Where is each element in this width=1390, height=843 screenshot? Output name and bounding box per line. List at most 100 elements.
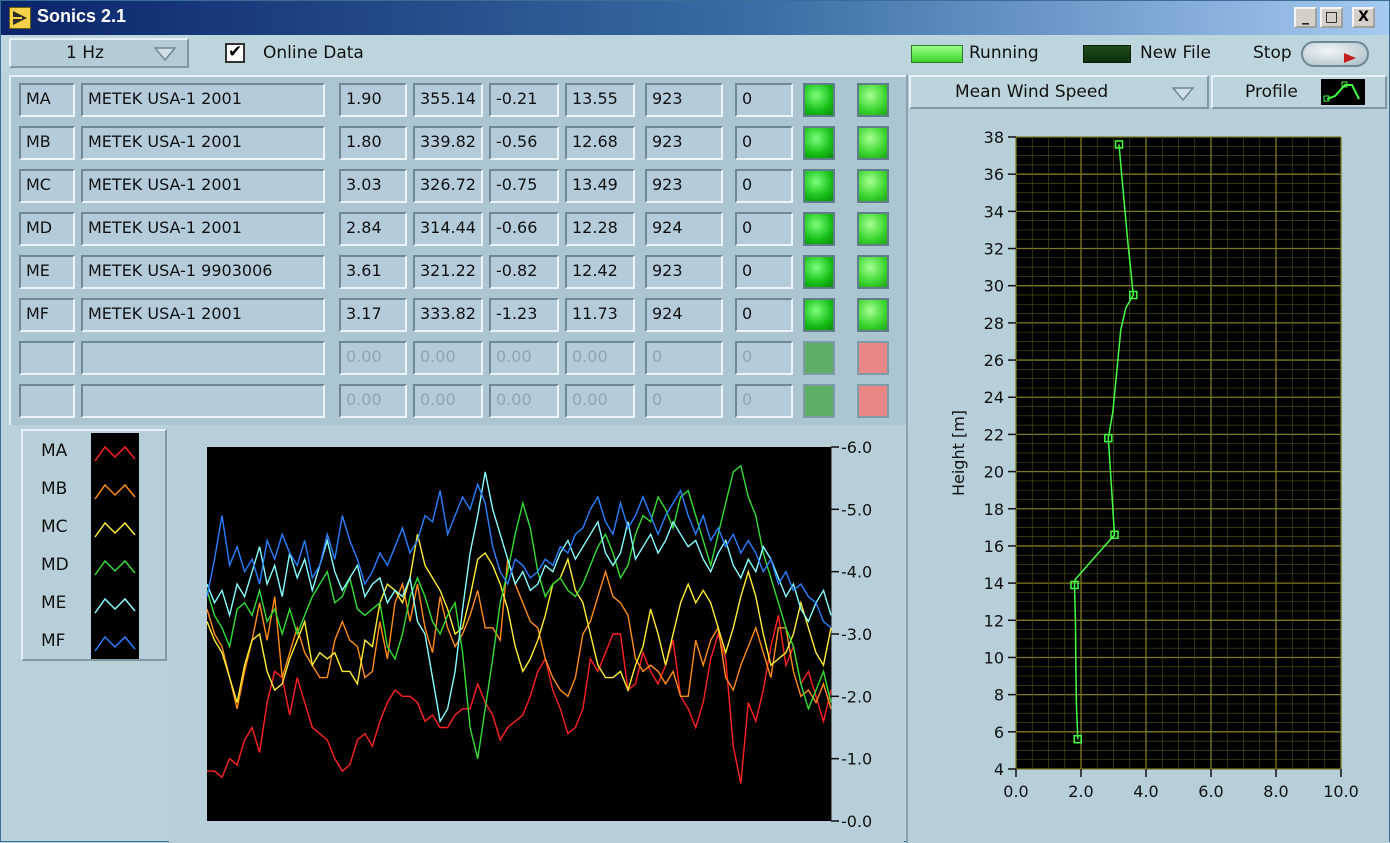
close-button[interactable]: X: [1352, 7, 1375, 28]
new-file-label: New File: [1140, 43, 1211, 63]
status-led-icon: [803, 298, 835, 332]
sensor-value-field: 923: [645, 126, 723, 160]
sensor-value-field: 339.82: [413, 126, 483, 160]
legend-label: MF: [41, 631, 66, 651]
x-tick-label: 10.0: [1323, 782, 1359, 801]
sensor-value-field: 0: [735, 384, 793, 418]
sensor-value-field: 12.28: [565, 212, 635, 246]
status-led-icon: [803, 255, 835, 289]
status-led-icon: [857, 212, 889, 246]
sensor-value-field: 314.44: [413, 212, 483, 246]
status-led-icon: [857, 126, 889, 160]
status-led-icon: [803, 384, 835, 418]
y-tick-label: 36: [984, 165, 1004, 184]
sensor-value-field: 0.00: [339, 341, 407, 375]
sensor-value-field: 0.00: [565, 341, 635, 375]
sensor-value-field: 0.00: [339, 384, 407, 418]
y-tick-label: -3.0: [841, 625, 872, 644]
legend-label: ME: [41, 593, 67, 613]
profile-button[interactable]: Profile: [1211, 75, 1387, 109]
title-bar: Sonics 2.1 _ □ X: [1, 1, 1389, 35]
chevron-down-icon: [1169, 85, 1197, 103]
sensor-value-field: 0.00: [413, 341, 483, 375]
sensor-value-field: 326.72: [413, 169, 483, 203]
y-tick-label: 16: [984, 537, 1004, 556]
status-led-icon: [803, 341, 835, 375]
y-tick-label: 26: [984, 351, 1004, 370]
sensor-id-field: MD: [19, 212, 75, 246]
sensor-id-field: MA: [19, 83, 75, 117]
sensor-value-field: 0.00: [413, 384, 483, 418]
legend-swatch-icon: [94, 597, 136, 614]
sensor-id-field: MF: [19, 298, 75, 332]
maximize-button[interactable]: □: [1320, 7, 1343, 28]
sensor-id-field: MC: [19, 169, 75, 203]
y-tick-label: 30: [984, 277, 1004, 296]
status-led-icon: [857, 341, 889, 375]
sensor-value-field: -0.21: [489, 83, 559, 117]
sensor-value-field: 0: [735, 126, 793, 160]
sensor-name-field: METEK USA-1 2001: [81, 298, 325, 332]
sensor-name-field: METEK USA-1 2001: [81, 83, 325, 117]
minimize-button[interactable]: _: [1294, 7, 1317, 28]
y-tick-label: 34: [984, 202, 1004, 221]
sensor-name-field: [81, 341, 325, 375]
y-tick-label: -5.0: [841, 500, 872, 519]
y-tick-label: 12: [984, 611, 1004, 630]
legend-swatch-icon: [94, 521, 136, 538]
online-data-checkbox[interactable]: ✔: [225, 42, 245, 63]
legend-swatch-icon: [94, 483, 136, 500]
rate-selector[interactable]: 1 Hz: [9, 38, 189, 68]
sensor-value-field: 11.73: [565, 298, 635, 332]
stop-button[interactable]: [1301, 41, 1369, 67]
sensor-value-field: -0.82: [489, 255, 559, 289]
y-tick-label: 18: [984, 500, 1004, 519]
sensor-id-field: MB: [19, 126, 75, 160]
status-led-icon: [857, 83, 889, 117]
y-tick-label: 6: [994, 723, 1004, 742]
sensor-value-field: 12.42: [565, 255, 635, 289]
sensor-value-field: 1.90: [339, 83, 407, 117]
sensor-value-field: 2.84: [339, 212, 407, 246]
rate-value: 1 Hz: [66, 43, 104, 63]
sensor-value-field: -0.75: [489, 169, 559, 203]
sensor-value-field: 3.03: [339, 169, 407, 203]
chevron-down-icon: [151, 45, 179, 63]
check-icon: ✔: [228, 42, 243, 62]
profile-chart: 4 6 8 10 12 14 16 18 20 22 24 26 28 30 32 34 36 38 0.0 2.0 4…: [949, 128, 1359, 801]
status-led-icon: [857, 255, 889, 289]
x-tick-label: 0.0: [1003, 782, 1028, 801]
sensor-value-field: -0.56: [489, 126, 559, 160]
y-tick-label: -4.0: [841, 563, 872, 582]
sensor-name-field: [81, 384, 325, 418]
legend-swatch-icon: [94, 635, 136, 652]
y-tick-label: 24: [984, 388, 1004, 407]
y-tick-label: 38: [984, 128, 1004, 147]
profile-variable-value: Mean Wind Speed: [955, 82, 1109, 102]
legend-label: MD: [41, 555, 69, 575]
sensor-value-field: 333.82: [413, 298, 483, 332]
sensor-id-field: [19, 384, 75, 418]
sensor-value-field: 0: [645, 341, 723, 375]
sensor-value-field: 0: [735, 341, 793, 375]
legend-label: MA: [41, 441, 68, 461]
sensor-value-field: 924: [645, 298, 723, 332]
status-led-icon: [857, 169, 889, 203]
sensor-value-field: -0.66: [489, 212, 559, 246]
sensor-name-field: METEK USA-1 9903006: [81, 255, 325, 289]
x-tick-label: 6.0: [1198, 782, 1223, 801]
y-tick-label: 10: [984, 648, 1004, 667]
y-tick-label: 14: [984, 574, 1004, 593]
y-tick-label: 8: [994, 686, 1004, 705]
sensor-value-field: 0.00: [489, 341, 559, 375]
sensor-value-field: 0: [735, 169, 793, 203]
sensor-value-field: 0.00: [489, 384, 559, 418]
sensor-value-field: 13.55: [565, 83, 635, 117]
status-led-icon: [803, 126, 835, 160]
sensor-value-field: 321.22: [413, 255, 483, 289]
legend-swatch-icon: [94, 559, 136, 576]
sensor-value-field: 13.49: [565, 169, 635, 203]
profile-variable-selector[interactable]: Mean Wind Speed: [909, 75, 1209, 109]
sensor-name-field: METEK USA-1 2001: [81, 212, 325, 246]
y-tick-label: 32: [984, 240, 1004, 259]
